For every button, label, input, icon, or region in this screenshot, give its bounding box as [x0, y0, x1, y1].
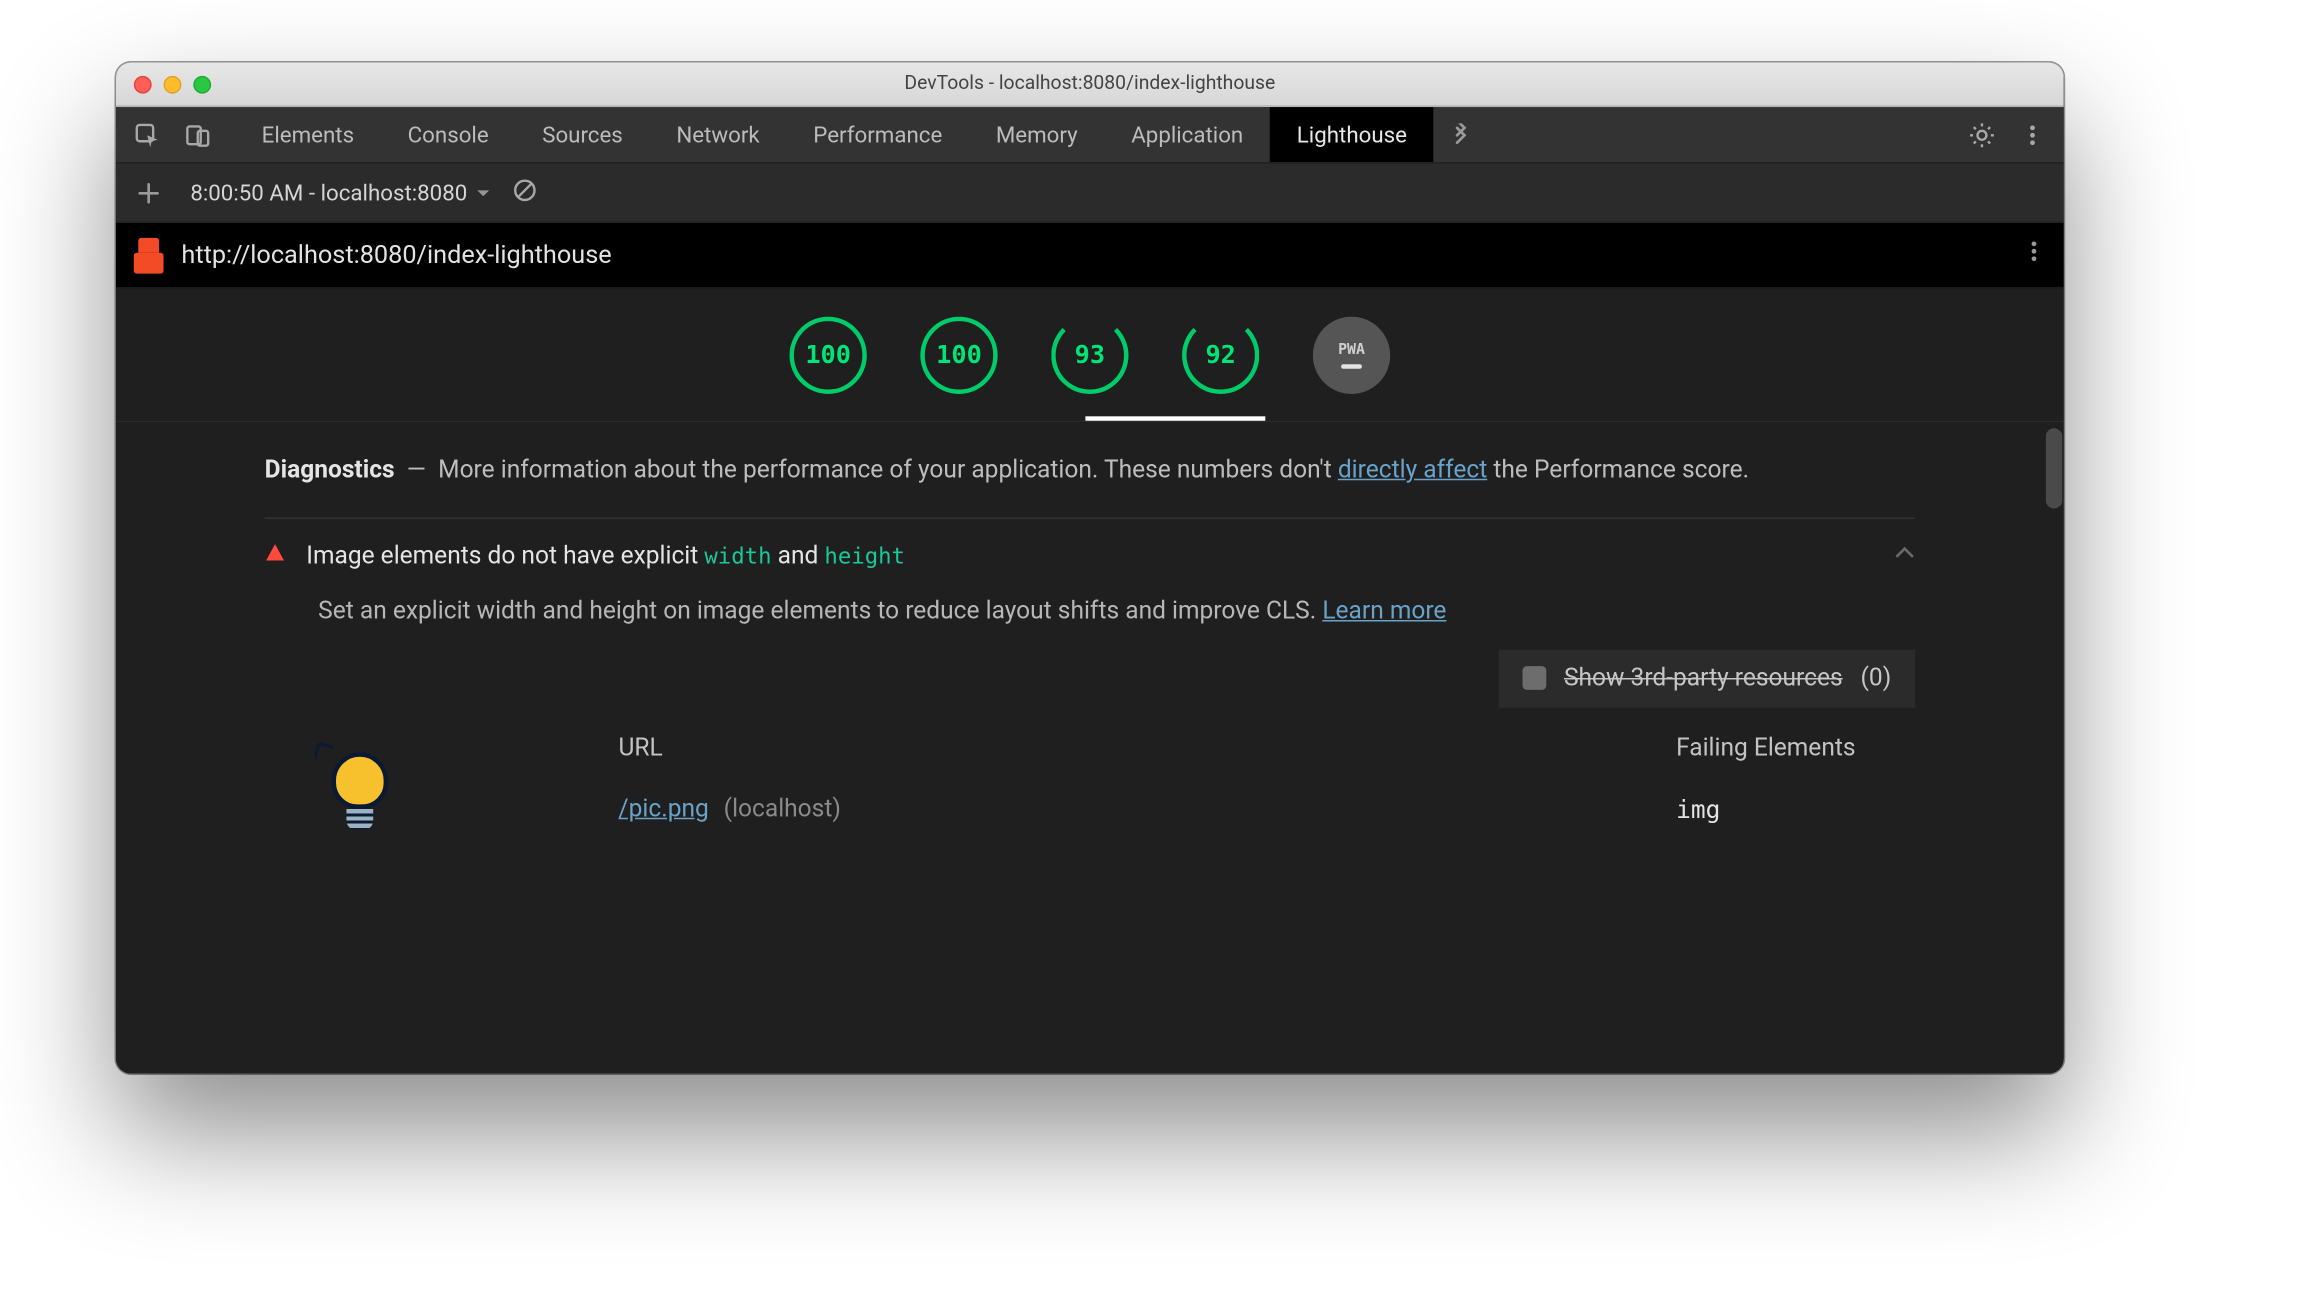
device-toolbar-button[interactable]	[172, 107, 223, 162]
thirdparty-label: Show 3rd-party resources	[1564, 664, 1843, 692]
tab-label: Memory	[996, 121, 1078, 148]
gauge-accessibility[interactable]: 100	[920, 316, 997, 393]
report-url-row: http://localhost:8080/index-lighthouse	[116, 223, 2064, 288]
devtools-window: DevTools - localhost:8080/index-lighthou…	[116, 62, 2064, 1073]
audit-description: Set an explicit width and height on imag…	[318, 597, 1915, 625]
audit-title-text: Image elements do not have explicit widt…	[306, 542, 905, 570]
chevron-up-icon	[1894, 542, 1915, 570]
tab-sources[interactable]: Sources	[515, 107, 649, 162]
clear-button[interactable]	[512, 176, 539, 209]
pwa-bar-icon	[1341, 364, 1362, 368]
report-url: http://localhost:8080/index-lighthouse	[181, 240, 611, 270]
diagnostics-title: Diagnostics	[265, 456, 395, 484]
thirdparty-toggle[interactable]: Show 3rd-party resources (0)	[1499, 649, 1915, 707]
audit-desc-text: Set an explicit width and height on imag…	[318, 597, 1322, 625]
gauge-pwa-label: PWA	[1338, 341, 1365, 357]
col-url-head: URL	[619, 734, 841, 762]
diagnostics-desc-a: More information about the performance o…	[438, 456, 1338, 484]
resource-path-link[interactable]: /pic.png	[619, 795, 709, 823]
tab-label: Network	[676, 121, 759, 148]
tab-label: Lighthouse	[1297, 121, 1407, 148]
new-report-button[interactable]	[128, 181, 170, 205]
gauge-value: 92	[1205, 340, 1235, 370]
active-gauge-underline	[1085, 416, 1265, 420]
failing-element: img	[1676, 795, 1855, 823]
thirdparty-checkbox[interactable]	[1522, 666, 1546, 690]
gauge-value: 100	[805, 340, 851, 370]
report-selector[interactable]: 8:00:50 AM - localhost:8080	[190, 179, 491, 206]
report-menu-button[interactable]	[2022, 239, 2046, 270]
scrollbar-thumb[interactable]	[2046, 428, 2062, 508]
gauge-value: 93	[1075, 340, 1105, 370]
diagnostics-heading: Diagnostics — More information about the…	[265, 452, 1915, 490]
tab-application[interactable]: Application	[1104, 107, 1270, 162]
diagnostics-desc-b: the Performance score.	[1487, 456, 1749, 484]
kebab-menu-button[interactable]	[2007, 107, 2058, 162]
tab-label: Application	[1131, 121, 1243, 148]
directly-affect-link[interactable]: directly affect	[1338, 456, 1487, 484]
gauge-pwa[interactable]: PWA	[1313, 316, 1390, 393]
col-failing-head: Failing Elements	[1676, 734, 1855, 762]
tab-lighthouse[interactable]: Lighthouse	[1270, 107, 1434, 162]
tabstrip-divider	[223, 107, 235, 162]
gauge-seo[interactable]: 92	[1182, 316, 1259, 393]
learn-more-link[interactable]: Learn more	[1322, 597, 1446, 625]
score-gauges: 100 100 93 92 PWA	[116, 288, 2064, 422]
audit-table: URL /pic.png (localhost) Failing Element…	[318, 734, 1915, 835]
thirdparty-count: (0)	[1861, 664, 1892, 692]
diagnostics-sep: —	[407, 456, 426, 484]
tab-elements[interactable]: Elements	[235, 107, 381, 162]
audit-title-prefix: Image elements do not have explicit	[306, 542, 704, 570]
audit-item: Image elements do not have explicit widt…	[265, 517, 1915, 835]
col-url: URL /pic.png (localhost)	[619, 734, 841, 835]
tab-performance[interactable]: Performance	[787, 107, 970, 162]
audit-title-mid: and	[772, 542, 825, 570]
fail-triangle-icon	[265, 542, 286, 570]
tab-label: Performance	[813, 121, 942, 148]
inspect-element-button[interactable]	[122, 107, 173, 162]
devtools-tabstrip: Elements Console Sources Network Perform…	[116, 107, 2064, 163]
gauge-performance[interactable]: 100	[790, 316, 867, 393]
tab-label: Elements	[262, 121, 354, 148]
lighthouse-toolbar: 8:00:50 AM - localhost:8080	[116, 164, 2064, 223]
report-body[interactable]: Diagnostics — More information about the…	[116, 422, 2064, 1073]
report-selector-label: 8:00:50 AM - localhost:8080	[190, 179, 467, 206]
code-height: height	[824, 542, 905, 569]
settings-button[interactable]	[1957, 107, 2008, 162]
window-title: DevTools - localhost:8080/index-lighthou…	[116, 73, 2064, 95]
row-url: /pic.png (localhost)	[619, 795, 841, 823]
lighthouse-icon	[134, 237, 164, 273]
code-width: width	[704, 542, 771, 569]
tab-label: Sources	[542, 121, 623, 148]
gauge-best-practices[interactable]: 93	[1051, 316, 1128, 393]
tab-console[interactable]: Console	[381, 107, 516, 162]
col-failing: Failing Elements img	[1676, 734, 1855, 835]
image-thumb	[318, 746, 401, 835]
tab-network[interactable]: Network	[650, 107, 787, 162]
window-titlebar: DevTools - localhost:8080/index-lighthou…	[116, 62, 2064, 107]
tab-memory[interactable]: Memory	[969, 107, 1104, 162]
chevron-down-icon	[476, 179, 491, 206]
tab-label: Console	[408, 121, 489, 148]
gauge-value: 100	[936, 340, 982, 370]
more-tabs-button[interactable]	[1437, 107, 1488, 162]
audit-header[interactable]: Image elements do not have explicit widt…	[265, 542, 1915, 570]
resource-host: (localhost)	[724, 795, 841, 823]
